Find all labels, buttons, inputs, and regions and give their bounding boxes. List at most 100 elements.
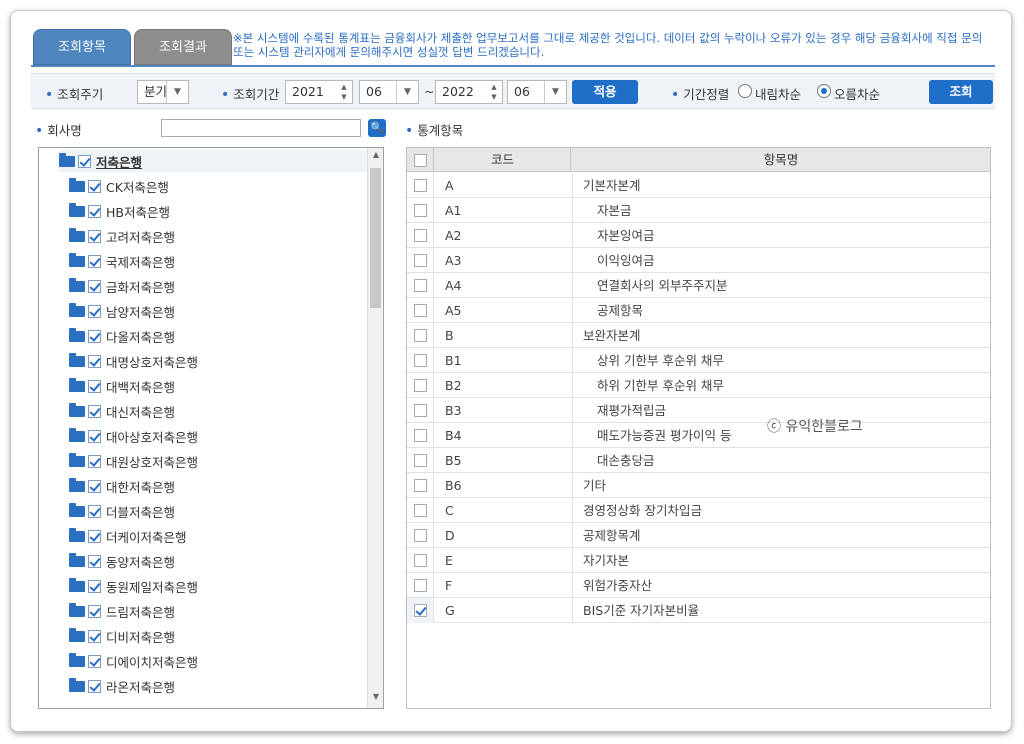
table-row[interactable]: B6 기타 — [407, 473, 990, 498]
tree-node[interactable]: 동양저축은행 — [69, 550, 175, 572]
tree-scrollbar[interactable]: ▲ ▼ — [367, 148, 383, 708]
tree-node[interactable]: 디비저축은행 — [69, 625, 175, 647]
to-year-stepper[interactable]: 2022 ▲ ▼ — [435, 80, 503, 104]
tree-node-checkbox[interactable] — [88, 279, 101, 293]
tree-node-checkbox[interactable] — [88, 254, 101, 268]
row-checkbox[interactable] — [414, 479, 427, 492]
row-checkbox[interactable] — [414, 404, 427, 417]
tree-node-checkbox[interactable] — [88, 429, 101, 443]
row-checkbox[interactable] — [414, 229, 427, 242]
tree-node-checkbox[interactable] — [88, 404, 101, 418]
table-row[interactable]: B3 재평가적립금 — [407, 398, 990, 423]
table-row[interactable]: B4 매도가능증권 평가이익 등 — [407, 423, 990, 448]
row-checkbox[interactable] — [414, 354, 427, 367]
table-row[interactable]: C 경영정상화 장기차입금 — [407, 498, 990, 523]
row-checkbox[interactable] — [414, 329, 427, 342]
tree-node-checkbox[interactable] — [88, 179, 101, 193]
tree-node-checkbox[interactable] — [88, 679, 101, 693]
tree-node[interactable]: CK저축은행 — [69, 175, 169, 197]
apply-button[interactable]: 적용 — [572, 80, 638, 104]
tree-node-checkbox[interactable] — [88, 654, 101, 668]
tree-node[interactable]: 남양저축은행 — [69, 300, 175, 322]
table-row[interactable]: B 보완자본계 — [407, 323, 990, 348]
table-row[interactable]: E 자기자본 — [407, 548, 990, 573]
tree-node[interactable]: 고려저축은행 — [69, 225, 175, 247]
tree-node-checkbox[interactable] — [88, 454, 101, 468]
table-row[interactable]: G BIS기준 자기자본비율 — [407, 598, 990, 623]
tree-node[interactable]: 디에이치저축은행 — [69, 650, 198, 672]
tree-node[interactable]: 드림저축은행 — [69, 600, 175, 622]
tree-node-checkbox[interactable] — [88, 554, 101, 568]
tree-node[interactable]: 더블저축은행 — [69, 500, 175, 522]
search-button[interactable]: 조회 — [929, 80, 993, 104]
tab-query-items[interactable]: 조회항목 — [33, 29, 131, 65]
row-checkbox[interactable] — [414, 454, 427, 467]
tree-node[interactable]: 대아상호저축은행 — [69, 425, 198, 447]
scroll-up-icon[interactable]: ▲ — [368, 150, 383, 164]
table-row[interactable]: A 기본자본계 — [407, 173, 990, 198]
row-code: F — [445, 578, 453, 593]
tree-node-checkbox[interactable] — [88, 579, 101, 593]
table-row[interactable]: B2 하위 기한부 후순위 채무 — [407, 373, 990, 398]
tree-node-checkbox[interactable] — [88, 304, 101, 318]
period-select[interactable]: 분기 ▼ — [137, 80, 189, 104]
to-month-select[interactable]: 06 ▼ — [507, 80, 567, 104]
tree-node-checkbox[interactable] — [88, 379, 101, 393]
table-row[interactable]: F 위험가중자산 — [407, 573, 990, 598]
tree-root-checkbox[interactable] — [78, 154, 91, 168]
scroll-thumb[interactable] — [370, 168, 381, 308]
tree-node-checkbox[interactable] — [88, 479, 101, 493]
sort-desc-radio[interactable] — [738, 84, 752, 98]
tree-node-checkbox[interactable] — [88, 204, 101, 218]
table-row[interactable]: B1 상위 기한부 후순위 채무 — [407, 348, 990, 373]
scroll-down-icon[interactable]: ▼ — [368, 692, 383, 706]
from-year-stepper[interactable]: 2021 ▲ ▼ — [285, 80, 353, 104]
tree-node[interactable]: 대명상호저축은행 — [69, 350, 198, 372]
tree-node[interactable]: 국제저축은행 — [69, 250, 175, 272]
tree-node[interactable]: 대원상호저축은행 — [69, 450, 198, 472]
row-check-cell — [407, 298, 434, 323]
row-checkbox[interactable] — [414, 304, 427, 317]
company-search-input[interactable] — [161, 119, 361, 137]
sort-asc-radio[interactable] — [817, 84, 831, 98]
table-row[interactable]: A3 이익잉여금 — [407, 248, 990, 273]
tree-node[interactable]: 대신저축은행 — [69, 400, 175, 422]
tree-node[interactable]: 대한저축은행 — [69, 475, 175, 497]
row-checkbox[interactable] — [414, 279, 427, 292]
tree-node[interactable]: 대백저축은행 — [69, 375, 175, 397]
row-checkbox[interactable] — [414, 604, 427, 617]
tree-node-checkbox[interactable] — [88, 529, 101, 543]
row-checkbox[interactable] — [414, 179, 427, 192]
table-row[interactable]: D 공제항목계 — [407, 523, 990, 548]
tree-node[interactable]: 금화저축은행 — [69, 275, 175, 297]
table-row[interactable]: A1 자본금 — [407, 198, 990, 223]
table-row[interactable]: B5 대손충당금 — [407, 448, 990, 473]
table-row[interactable]: A2 자본잉여금 — [407, 223, 990, 248]
tree-node-checkbox[interactable] — [88, 354, 101, 368]
row-checkbox[interactable] — [414, 554, 427, 567]
tree-node[interactable]: 다올저축은행 — [69, 325, 175, 347]
tree-node-checkbox[interactable] — [88, 504, 101, 518]
tab-query-results[interactable]: 조회결과 — [134, 29, 232, 65]
row-checkbox[interactable] — [414, 504, 427, 517]
tree-node-checkbox[interactable] — [88, 229, 101, 243]
row-checkbox[interactable] — [414, 204, 427, 217]
tree-node-checkbox[interactable] — [88, 604, 101, 618]
tree-node[interactable]: 라온저축은행 — [69, 675, 175, 697]
row-checkbox[interactable] — [414, 429, 427, 442]
tree-root-node[interactable]: 저축은행 — [59, 150, 369, 172]
row-checkbox[interactable] — [414, 579, 427, 592]
row-checkbox[interactable] — [414, 254, 427, 267]
search-icon[interactable]: 🔍 — [368, 119, 386, 137]
tree-node-checkbox[interactable] — [88, 629, 101, 643]
tree-node[interactable]: 더케이저축은행 — [69, 525, 187, 547]
tree-node-checkbox[interactable] — [88, 329, 101, 343]
tree-node[interactable]: HB저축은행 — [69, 200, 170, 222]
select-all-checkbox[interactable] — [414, 154, 427, 167]
tree-node[interactable]: 동원제일저축은행 — [69, 575, 198, 597]
row-checkbox[interactable] — [414, 379, 427, 392]
row-checkbox[interactable] — [414, 529, 427, 542]
table-row[interactable]: A4 연결회사의 외부주주지분 — [407, 273, 990, 298]
from-month-select[interactable]: 06 ▼ — [359, 80, 419, 104]
table-row[interactable]: A5 공제항목 — [407, 298, 990, 323]
